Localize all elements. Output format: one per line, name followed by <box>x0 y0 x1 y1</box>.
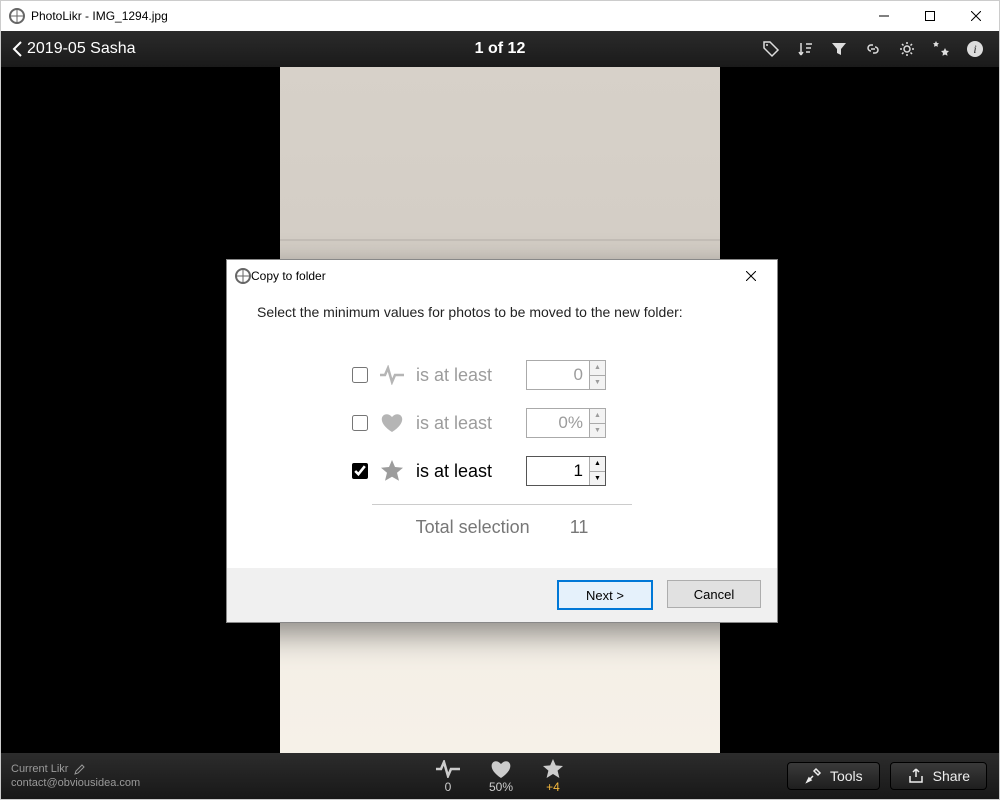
dialog-titlebar: Copy to folder <box>227 260 777 292</box>
dialog-title: Copy to folder <box>251 269 326 283</box>
criterion-star-value: 1 <box>527 461 589 481</box>
spinner-up-icon[interactable]: ▲ <box>589 409 605 424</box>
tools-button[interactable]: Tools <box>787 762 880 790</box>
cancel-button[interactable]: Cancel <box>667 580 761 608</box>
next-button-label: Next > <box>586 588 624 603</box>
spinner-down-icon[interactable]: ▼ <box>589 424 605 438</box>
tag-icon[interactable] <box>761 39 781 59</box>
criterion-star-spinner[interactable]: 1 ▲▼ <box>526 456 606 486</box>
window-title: PhotoLikr - IMG_1294.jpg <box>31 9 168 23</box>
share-icon <box>907 767 925 785</box>
share-button[interactable]: Share <box>890 762 987 790</box>
criterion-star-checkbox[interactable] <box>352 463 368 479</box>
tools-button-label: Tools <box>830 768 863 784</box>
dialog-close-button[interactable] <box>731 262 771 290</box>
sort-icon[interactable] <box>795 39 815 59</box>
copy-to-folder-dialog: Copy to folder Select the minimum values… <box>226 259 778 623</box>
criterion-heart-label: is at least <box>416 413 516 434</box>
svg-text:i: i <box>973 42 976 56</box>
close-button[interactable] <box>953 1 999 31</box>
cancel-button-label: Cancel <box>694 587 734 602</box>
bottom-bar: Current Likr contact@obviousidea.com 0 5… <box>1 753 999 799</box>
star-icon <box>541 758 565 780</box>
photo-viewer: Copy to folder Select the minimum values… <box>1 67 999 753</box>
chevron-left-icon <box>11 40 23 58</box>
criterion-pulse-label: is at least <box>416 365 516 386</box>
metric-pulse[interactable]: 0 <box>435 758 461 794</box>
total-selection-value: 11 <box>570 517 589 538</box>
link-icon[interactable] <box>863 39 883 59</box>
edit-icon[interactable] <box>74 764 85 775</box>
current-likr-label: Current Likr <box>11 763 68 775</box>
spinner-down-icon[interactable]: ▼ <box>589 376 605 390</box>
criterion-star: is at least 1 ▲▼ <box>352 456 652 486</box>
criterion-pulse: is at least 0 ▲▼ <box>352 360 652 390</box>
gear-icon[interactable] <box>897 39 917 59</box>
share-button-label: Share <box>933 768 970 784</box>
heart-icon <box>489 758 513 780</box>
dialog-instruction: Select the minimum values for photos to … <box>257 304 747 320</box>
criterion-heart-value: 0% <box>527 413 589 433</box>
divider <box>372 504 632 505</box>
metric-star[interactable]: +4 <box>541 758 565 794</box>
criterion-star-label: is at least <box>416 461 516 482</box>
filter-icon[interactable] <box>829 39 849 59</box>
window-titlebar: PhotoLikr - IMG_1294.jpg <box>1 1 999 31</box>
pulse-icon <box>378 365 406 385</box>
spinner-up-icon[interactable]: ▲ <box>589 361 605 376</box>
maximize-button[interactable] <box>907 1 953 31</box>
info-icon[interactable]: i <box>965 39 985 59</box>
spinner-up-icon[interactable]: ▲ <box>589 457 605 472</box>
metric-pulse-value: 0 <box>445 780 452 794</box>
total-selection-label: Total selection <box>416 517 530 538</box>
top-toolbar: 2019-05 Sasha 1 of 12 i <box>1 31 999 67</box>
next-button[interactable]: Next > <box>557 580 653 610</box>
heart-icon <box>378 412 406 434</box>
star-icon <box>378 459 406 483</box>
contact-email[interactable]: contact@obviousidea.com <box>11 777 140 789</box>
app-icon <box>235 268 251 284</box>
minimize-button[interactable] <box>861 1 907 31</box>
photo-counter: 1 of 12 <box>475 40 526 58</box>
back-button[interactable]: 2019-05 Sasha <box>1 31 146 67</box>
back-label: 2019-05 Sasha <box>27 40 136 58</box>
criterion-pulse-value: 0 <box>527 365 589 385</box>
app-icon <box>9 8 25 24</box>
criterion-heart: is at least 0% ▲▼ <box>352 408 652 438</box>
metric-star-value: +4 <box>546 780 560 794</box>
criterion-heart-spinner[interactable]: 0% ▲▼ <box>526 408 606 438</box>
tools-icon <box>804 767 822 785</box>
criterion-pulse-checkbox[interactable] <box>352 367 368 383</box>
spinner-down-icon[interactable]: ▼ <box>589 472 605 486</box>
stars-icon[interactable] <box>931 39 951 59</box>
pulse-icon <box>435 758 461 780</box>
metric-heart[interactable]: 50% <box>489 758 513 794</box>
metric-heart-value: 50% <box>489 780 513 794</box>
criterion-pulse-spinner[interactable]: 0 ▲▼ <box>526 360 606 390</box>
criterion-heart-checkbox[interactable] <box>352 415 368 431</box>
